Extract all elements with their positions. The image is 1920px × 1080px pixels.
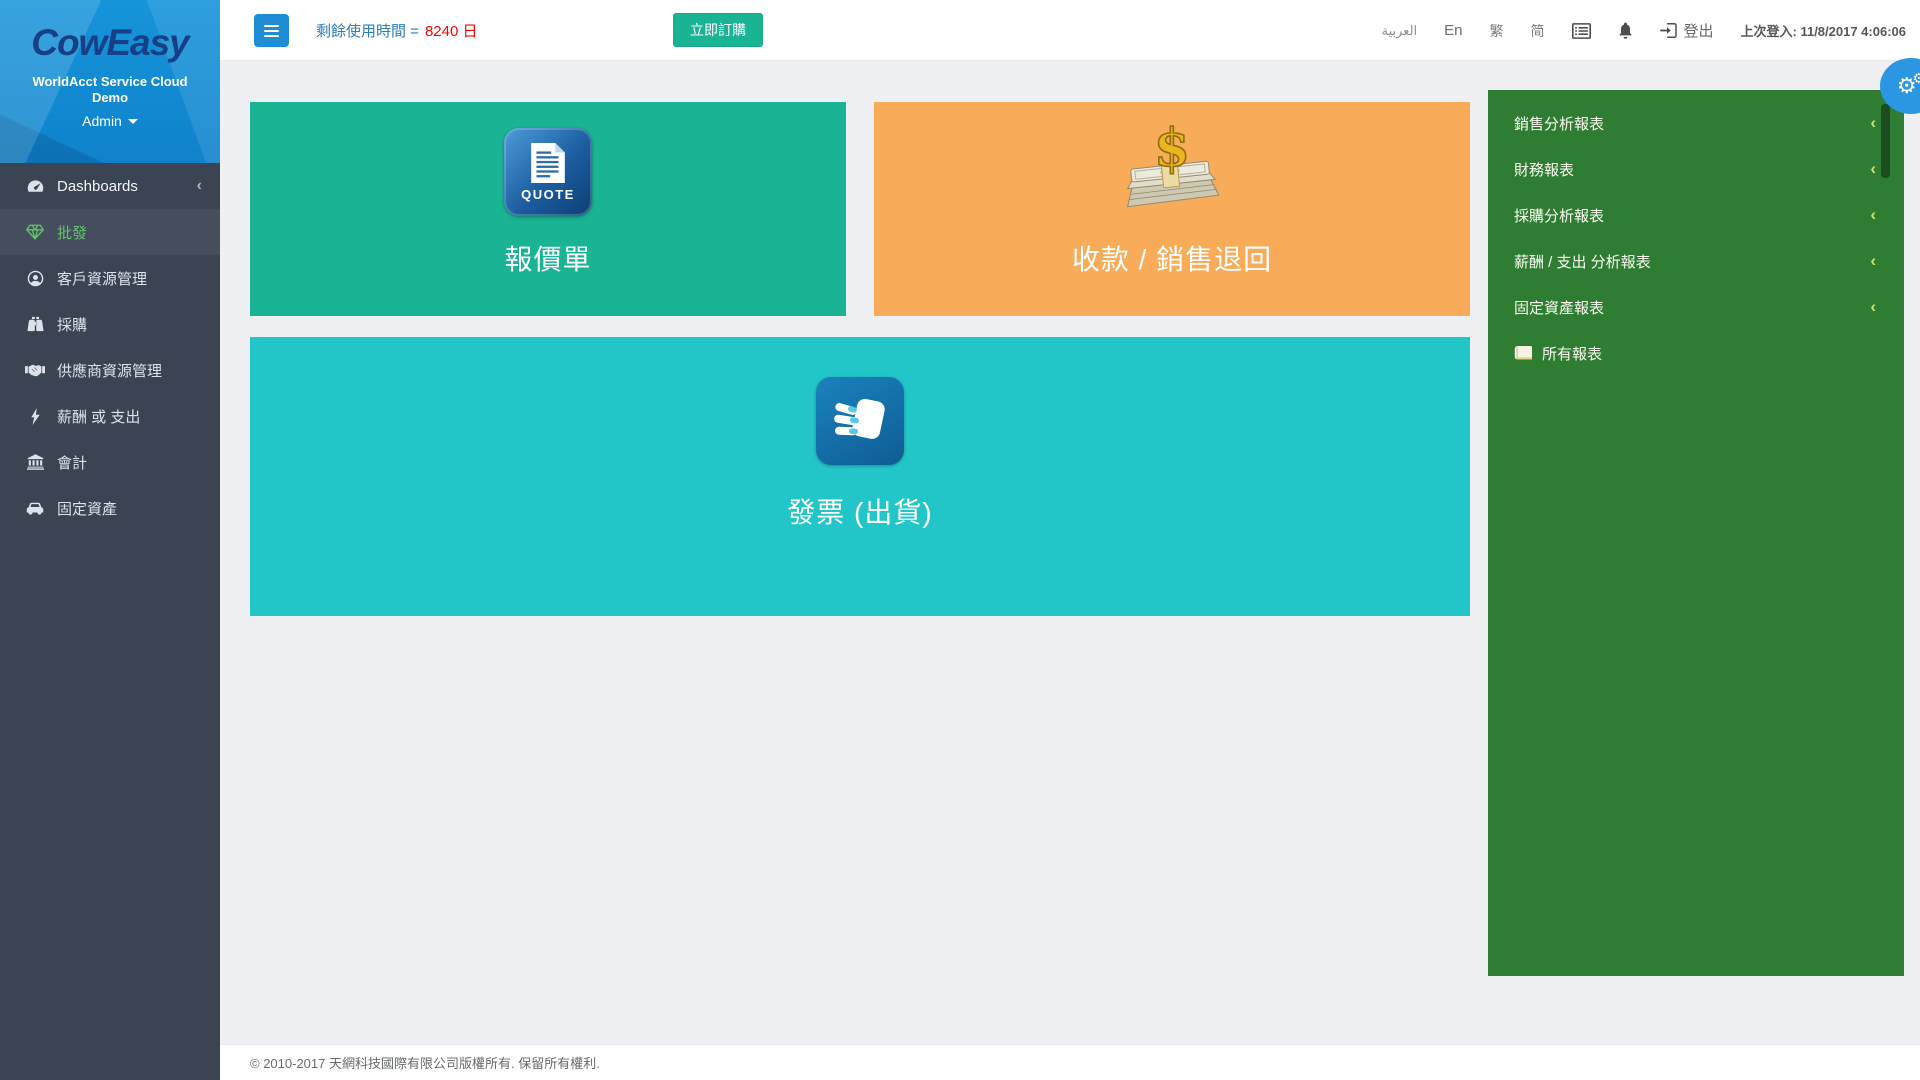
report-label: 採購分析報表 xyxy=(1514,205,1604,226)
chevron-left-icon: ‹ xyxy=(1870,159,1876,179)
app-logo: CowEasy xyxy=(0,22,220,64)
sidebar-item-purchasing[interactable]: 採購 xyxy=(0,301,220,347)
tile-receipt-sales-return[interactable]: $ 收款 / 銷售退回 xyxy=(874,102,1470,316)
tile-invoice-shipping[interactable]: 發票 (出貨) xyxy=(250,337,1470,616)
report-item-sales-analysis[interactable]: 銷售分析報表 ‹ xyxy=(1488,100,1904,146)
sidebar-item-label: 客戶資源管理 xyxy=(57,268,147,289)
sidebar-nav: Dashboards ‹ 批發 客戶資源管理 採購 供應商資源管理 xyxy=(0,163,220,531)
chevron-left-icon: ‹ xyxy=(1870,297,1876,317)
remaining-time-value: 8240 日 xyxy=(425,20,478,41)
sidebar-item-label: 供應商資源管理 xyxy=(57,360,162,381)
user-name: Admin xyxy=(82,113,122,129)
chevron-left-icon: ‹ xyxy=(197,177,202,195)
money-icon: $ xyxy=(1117,120,1227,216)
logout-control[interactable]: 登出 xyxy=(1660,20,1714,41)
list-alt-icon[interactable] xyxy=(1572,23,1591,39)
top-bar-actions: العربية En 繁 简 登出 上次登入: 11/8/2017 4:06:0… xyxy=(1382,0,1906,61)
brand-panel: CowEasy WorldAcct Service Cloud Demo Adm… xyxy=(0,0,220,163)
gear-icon: ⚙ xyxy=(1913,70,1920,87)
tile-receipt-label: 收款 / 銷售退回 xyxy=(1072,238,1272,278)
sidebar-item-payroll[interactable]: 薪酬 或 支出 xyxy=(0,393,220,439)
sidebar-item-label: Dashboards xyxy=(57,178,138,195)
remaining-time: 剩餘使用時間 = 8240 日 xyxy=(316,0,477,61)
sign-out-icon xyxy=(1660,23,1677,38)
sidebar-item-accounting[interactable]: 會計 xyxy=(0,439,220,485)
remaining-time-label: 剩餘使用時間 = xyxy=(316,20,419,41)
sidebar-item-label: 批發 xyxy=(57,222,87,243)
last-login-text: 上次登入: 11/8/2017 4:06:06 xyxy=(1741,21,1906,40)
bell-icon[interactable] xyxy=(1618,22,1633,39)
dollar-symbol: $ xyxy=(1154,120,1190,179)
sidebar-item-label: 採購 xyxy=(57,314,87,335)
sidebar-item-dashboards[interactable]: Dashboards ‹ xyxy=(0,163,220,209)
report-label: 銷售分析報表 xyxy=(1514,113,1604,134)
sidebar-item-label: 固定資產 xyxy=(57,498,117,519)
tile-quotation-label: 報價單 xyxy=(504,238,591,278)
car-icon xyxy=(24,501,46,515)
copyright-text: © 2010-2017 天網科技國際有限公司版權所有. 保留所有權利. xyxy=(250,1053,600,1072)
report-item-payroll-expense-analysis[interactable]: 薪酬 / 支出 分析報表 ‹ xyxy=(1488,238,1904,284)
sidebar-item-crm[interactable]: 客戶資源管理 xyxy=(0,255,220,301)
gem-icon xyxy=(24,224,46,240)
logout-label: 登出 xyxy=(1684,20,1714,41)
lang-english-link[interactable]: En xyxy=(1444,22,1462,39)
main-content: QUOTE 報價單 $ 收款 / 銷售退回 xyxy=(220,61,1920,1044)
sidebar-item-label: 薪酬 或 支出 xyxy=(57,406,140,427)
sidebar-item-vendor[interactable]: 供應商資源管理 xyxy=(0,347,220,393)
top-bar: 剩餘使用時間 = 8240 日 立即訂購 العربية En 繁 简 登出 上… xyxy=(220,0,1920,61)
report-label: 固定資產報表 xyxy=(1514,297,1604,318)
report-item-all-reports[interactable]: 所有報表 xyxy=(1488,330,1904,376)
report-label: 薪酬 / 支出 分析報表 xyxy=(1514,251,1651,272)
brand-subtitle: WorldAcct Service Cloud Demo xyxy=(30,74,190,107)
report-label: 財務報表 xyxy=(1514,159,1574,180)
left-sidebar: CowEasy WorldAcct Service Cloud Demo Adm… xyxy=(0,0,220,1080)
sidebar-item-wholesale[interactable]: 批發 xyxy=(0,209,220,255)
user-menu[interactable]: Admin xyxy=(82,113,138,129)
caret-down-icon xyxy=(128,119,138,124)
binoculars-icon xyxy=(24,316,46,332)
report-label: 所有報表 xyxy=(1542,343,1602,364)
report-item-fixed-assets[interactable]: 固定資產報表 ‹ xyxy=(1488,284,1904,330)
quote-icon-caption: QUOTE xyxy=(521,187,575,202)
bank-icon xyxy=(24,454,46,470)
sidebar-item-fixed-assets[interactable]: 固定資產 xyxy=(0,485,220,531)
lang-simplified-link[interactable]: 简 xyxy=(1531,21,1545,41)
dashboard-icon xyxy=(24,178,46,194)
subscribe-button[interactable]: 立即訂購 xyxy=(673,13,763,47)
reports-scrollbar[interactable] xyxy=(1881,104,1890,178)
chevron-left-icon: ‹ xyxy=(1870,251,1876,271)
reports-panel: 銷售分析報表 ‹ 財務報表 ‹ 採購分析報表 ‹ 薪酬 / 支出 分析報表 ‹ … xyxy=(1488,90,1904,976)
tile-invoice-label: 發票 (出貨) xyxy=(787,491,932,531)
lang-arabic-link[interactable]: العربية xyxy=(1382,23,1418,39)
menu-toggle-button[interactable] xyxy=(254,14,289,47)
chevron-left-icon: ‹ xyxy=(1870,205,1876,225)
quote-document-icon: QUOTE xyxy=(504,128,592,216)
sidebar-item-label: 會計 xyxy=(57,452,87,473)
report-item-purchase-analysis[interactable]: 採購分析報表 ‹ xyxy=(1488,192,1904,238)
tile-quotation[interactable]: QUOTE 報價單 xyxy=(250,102,846,316)
bolt-icon xyxy=(24,408,46,425)
book-icon xyxy=(1514,346,1532,361)
handshake-icon xyxy=(24,363,46,377)
report-item-financial[interactable]: 財務報表 ‹ xyxy=(1488,146,1904,192)
footer: © 2010-2017 天網科技國際有限公司版權所有. 保留所有權利. xyxy=(220,1044,1920,1080)
user-icon xyxy=(24,270,46,287)
invoice-hand-icon xyxy=(816,377,904,465)
lang-traditional-link[interactable]: 繁 xyxy=(1490,21,1504,41)
chevron-left-icon: ‹ xyxy=(1870,113,1876,133)
